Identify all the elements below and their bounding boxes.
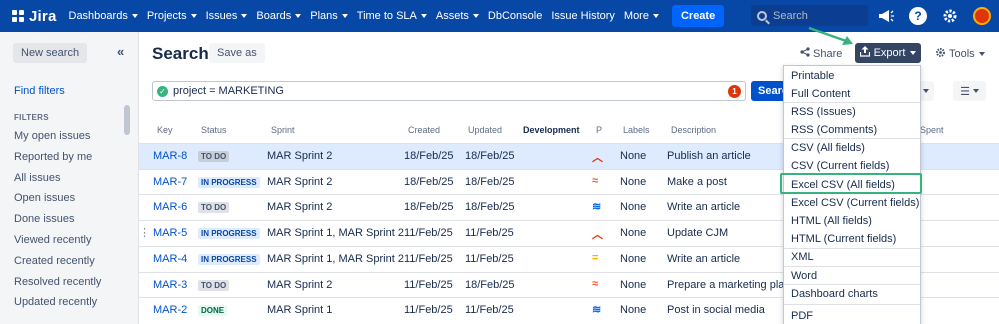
annotation-arrow-icon xyxy=(808,26,853,45)
